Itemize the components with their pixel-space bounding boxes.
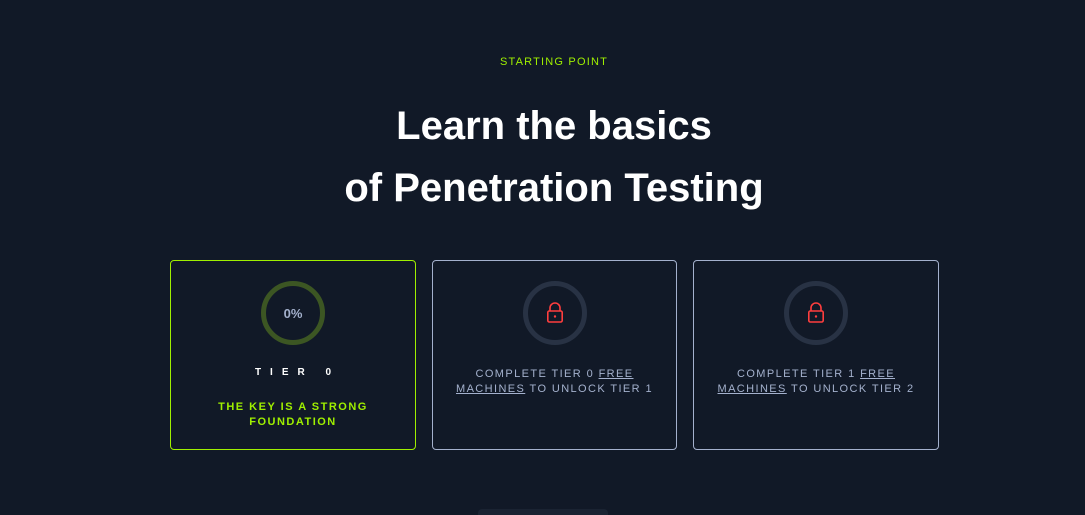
lock-icon [807,302,825,324]
unlock-requirement: COMPLETE TIER 0 FREE MACHINES TO UNLOCK … [449,367,660,397]
unlock-text-before: COMPLETE TIER 0 [475,368,599,380]
unlock-requirement: COMPLETE TIER 1 FREE MACHINES TO UNLOCK … [710,367,922,397]
progress-ring: 0% [261,281,325,345]
tier-label: TIER 0 [254,367,341,378]
unlock-text-after: TO UNLOCK TIER 1 [525,383,653,395]
progress-percent: 0% [283,305,303,321]
starting-point-page: STARTING POINT Learn the basics of Penet… [0,0,1085,515]
locked-ring [522,281,587,345]
unlock-text-before: COMPLETE TIER 1 [737,368,861,380]
bottom-button-partial[interactable] [478,509,608,515]
tier-2-card: COMPLETE TIER 1 FREE MACHINES TO UNLOCK … [693,260,939,450]
tier-tagline: THE KEY IS A STRONG FOUNDATION [218,401,368,428]
unlock-text-after: TO UNLOCK TIER 2 [786,383,915,395]
tier-0-card[interactable]: 0% TIER 0 THE KEY IS A STRONG FOUNDATION [170,260,416,450]
page-title-line-2: of Penetration Testing [344,166,764,210]
locked-ring [784,281,848,345]
lock-icon [546,302,564,324]
page-title-line-1: Learn the basics [396,104,712,148]
section-eyebrow: STARTING POINT [499,56,609,68]
page-title: Learn the basics of Penetration Testing [0,95,1085,219]
tier-1-card: COMPLETE TIER 0 FREE MACHINES TO UNLOCK … [432,260,677,450]
